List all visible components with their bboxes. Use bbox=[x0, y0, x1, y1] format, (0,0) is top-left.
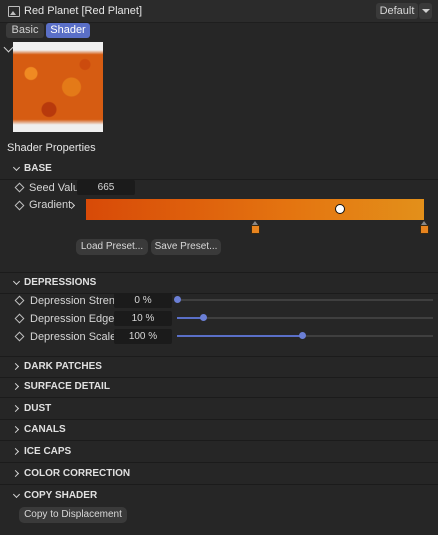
tab-basic[interactable]: Basic bbox=[6, 23, 44, 38]
section-label: COLOR CORRECTION bbox=[24, 468, 131, 479]
slider-thumb[interactable] bbox=[174, 296, 181, 303]
chevron-right-icon bbox=[11, 362, 20, 371]
section-label: ICE CAPS bbox=[24, 446, 72, 457]
copy-to-displacement-button[interactable]: Copy to Displacement bbox=[19, 507, 127, 523]
window-title: Red Planet [Red Planet] bbox=[24, 5, 143, 17]
load-preset-button[interactable]: Load Preset... bbox=[76, 239, 148, 255]
section-label: BASE bbox=[24, 163, 52, 174]
section-label: COPY SHADER bbox=[24, 490, 98, 501]
shader-preview bbox=[13, 42, 103, 132]
section-header-dust[interactable]: DUST bbox=[0, 399, 438, 420]
section-label: DUST bbox=[24, 403, 52, 414]
gradient-interpolation-knob[interactable] bbox=[335, 204, 345, 214]
chevron-right-icon bbox=[11, 382, 20, 391]
chevron-right-icon bbox=[11, 425, 20, 434]
depression-scale-field[interactable]: 100 % bbox=[114, 329, 172, 344]
section-header-copy-shader[interactable]: COPY SHADER bbox=[0, 486, 438, 506]
depression-edge-field[interactable]: 10 % bbox=[114, 311, 172, 326]
tab-shader[interactable]: Shader bbox=[46, 23, 90, 38]
section-header-depressions[interactable]: DEPRESSIONS bbox=[0, 272, 438, 294]
chevron-right-icon bbox=[11, 469, 20, 478]
keyframe-diamond-icon[interactable] bbox=[14, 182, 25, 193]
keyframe-diamond-icon[interactable] bbox=[14, 295, 25, 306]
slider-thumb[interactable] bbox=[299, 332, 306, 339]
depression-scale-label: Depression Scale bbox=[30, 331, 117, 343]
depression-edge-slider[interactable] bbox=[177, 317, 433, 319]
section-label: SURFACE DETAIL bbox=[24, 381, 110, 392]
keyframe-diamond-icon[interactable] bbox=[14, 313, 25, 324]
preview-collapse-icon[interactable] bbox=[3, 42, 14, 53]
gradient-label: Gradient bbox=[29, 199, 72, 211]
keyframe-diamond-icon[interactable] bbox=[14, 200, 25, 211]
save-preset-button[interactable]: Save Preset... bbox=[151, 239, 221, 255]
chevron-down-icon bbox=[12, 490, 21, 499]
seed-value-field[interactable]: 665 bbox=[77, 180, 135, 195]
slider-thumb[interactable] bbox=[200, 314, 207, 321]
chevron-right-icon bbox=[11, 447, 20, 456]
gradient-stop-icon[interactable] bbox=[420, 221, 429, 234]
section-label: DARK PATCHES bbox=[24, 361, 102, 372]
section-label: CANALS bbox=[24, 424, 66, 435]
chevron-down-icon bbox=[12, 277, 21, 286]
gradient-bar[interactable] bbox=[86, 199, 424, 220]
section-header-dark-patches[interactable]: DARK PATCHES bbox=[0, 356, 438, 378]
depression-edge-label: Depression Edge bbox=[30, 313, 115, 325]
section-header-base[interactable]: BASE bbox=[0, 159, 438, 180]
chevron-down-icon[interactable] bbox=[419, 3, 432, 19]
preset-dropdown[interactable]: Default bbox=[376, 3, 418, 19]
chevron-right-icon bbox=[11, 404, 20, 413]
section-header-canals[interactable]: CANALS bbox=[0, 420, 438, 441]
section-title: Shader Properties bbox=[7, 142, 96, 154]
keyframe-diamond-icon[interactable] bbox=[14, 331, 25, 342]
gradient-stop-icon[interactable] bbox=[251, 221, 260, 234]
section-header-ice-caps[interactable]: ICE CAPS bbox=[0, 442, 438, 463]
slider-fill bbox=[177, 335, 302, 337]
depression-strength-slider[interactable] bbox=[177, 299, 433, 301]
chevron-down-icon bbox=[12, 163, 21, 172]
section-header-color-correction[interactable]: COLOR CORRECTION bbox=[0, 464, 438, 485]
section-label: DEPRESSIONS bbox=[24, 277, 97, 288]
image-icon bbox=[8, 6, 20, 17]
depression-strength-field[interactable]: 0 % bbox=[114, 293, 172, 308]
section-header-surface-detail[interactable]: SURFACE DETAIL bbox=[0, 377, 438, 398]
